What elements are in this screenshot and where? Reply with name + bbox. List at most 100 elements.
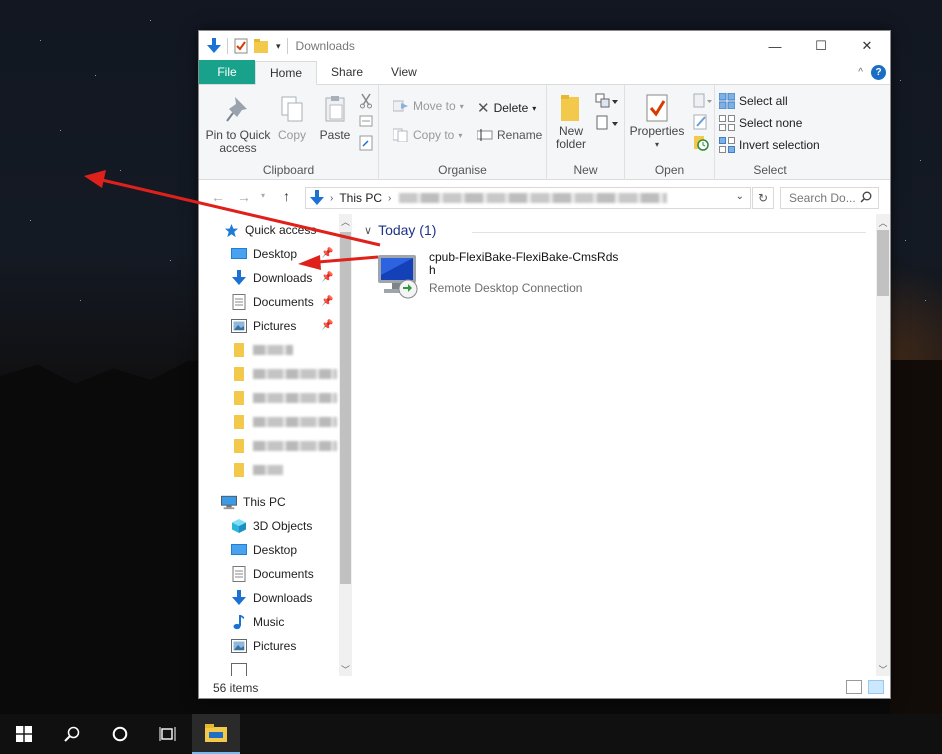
minimize-button[interactable]: — — [752, 31, 798, 61]
scroll-down-arrow-icon[interactable]: ﹀ — [876, 662, 890, 676]
search-placeholder: Search Do... — [789, 191, 856, 205]
taskbar — [0, 714, 942, 754]
delete-button[interactable]: ✕ Delete ▾ — [477, 99, 536, 117]
cortana-button[interactable] — [96, 714, 144, 754]
nav-quick-desktop[interactable]: Desktop — [231, 242, 297, 266]
nav-quick-access[interactable]: Quick access — [223, 218, 316, 242]
nav-redacted-folder[interactable] — [231, 338, 293, 362]
nav-pc-music[interactable]: Music — [231, 610, 284, 634]
new-folder-icon[interactable] — [254, 39, 270, 53]
nav-pc-downloads[interactable]: Downloads — [231, 586, 312, 610]
nav-pc-3d-objects[interactable]: 3D Objects — [231, 514, 312, 538]
properties-icon[interactable] — [234, 38, 248, 54]
scroll-up-arrow-icon[interactable]: ︿ — [876, 215, 890, 229]
breadcrumb-this-pc[interactable]: This PC — [339, 191, 382, 205]
forward-arrow-icon[interactable]: → — [237, 189, 251, 205]
scroll-down-arrow-icon[interactable]: ﹀ — [339, 662, 352, 676]
properties-button[interactable]: Properties ▾ — [627, 93, 687, 151]
easy-access-icon[interactable] — [595, 115, 619, 131]
folder-icon — [231, 390, 247, 406]
move-to-button[interactable]: Move to ▾ — [393, 99, 464, 113]
address-bar[interactable]: › This PC › ⌄ — [305, 187, 751, 209]
windows-logo-icon — [16, 726, 32, 742]
nav-redacted-folder[interactable] — [231, 386, 337, 410]
remote-desktop-icon — [374, 251, 422, 299]
collapse-ribbon-icon[interactable]: ^ — [858, 67, 863, 78]
nav-redacted-folder[interactable] — [231, 458, 283, 482]
back-arrow-icon[interactable]: ← — [211, 189, 225, 205]
tab-share[interactable]: Share — [317, 60, 377, 84]
copy-to-button[interactable]: Copy to ▾ — [393, 128, 462, 142]
nav-redacted-folder[interactable] — [231, 362, 337, 386]
large-icons-view-button[interactable] — [868, 680, 884, 694]
copy-path-icon[interactable] — [359, 115, 373, 127]
start-button[interactable] — [0, 714, 48, 754]
address-history-chevron-icon[interactable]: ⌄ — [736, 191, 744, 202]
select-all-button[interactable]: Select all — [719, 93, 788, 109]
edit-icon[interactable] — [693, 114, 709, 130]
refresh-icon: ↻ — [757, 191, 769, 205]
copy-button[interactable]: Copy — [275, 95, 309, 142]
nav-pc-desktop[interactable]: Desktop — [231, 538, 297, 562]
customize-toolbar-icon[interactable]: ▾ — [276, 41, 281, 52]
file-item[interactable]: cpub-FlexiBake-FlexiBake-CmsRds h Remote… — [374, 247, 618, 299]
breadcrumb-chevron-icon: › — [330, 192, 334, 204]
task-view-icon — [159, 726, 177, 742]
nav-pc-videos-partial[interactable] — [231, 658, 253, 676]
breadcrumb-redacted-path — [399, 193, 668, 203]
scroll-up-arrow-icon[interactable]: ︿ — [339, 214, 352, 228]
nav-pane-scroll-thumb[interactable] — [340, 232, 351, 584]
tab-view[interactable]: View — [377, 60, 431, 84]
recent-locations-chevron-icon[interactable]: ▾ — [261, 191, 265, 200]
cube-icon — [231, 518, 247, 534]
nav-pc-pictures[interactable]: Pictures — [231, 634, 296, 658]
file-explorer-icon — [205, 724, 227, 742]
paste-button[interactable]: Paste — [315, 95, 355, 142]
taskbar-search-button[interactable] — [48, 714, 96, 754]
nav-quick-desktop-label: Desktop — [253, 247, 298, 261]
history-icon[interactable] — [693, 135, 709, 151]
up-arrow-icon[interactable]: ↑ — [283, 188, 290, 204]
nav-pane-scrollbar[interactable]: ︿ ﹀ — [339, 214, 352, 676]
select-none-button[interactable]: Select none — [719, 115, 802, 131]
group-header-today[interactable]: ∨ Today (1) — [364, 222, 436, 238]
details-view-button[interactable] — [846, 680, 862, 694]
download-arrow-icon[interactable] — [207, 38, 221, 54]
invert-selection-icon — [719, 137, 735, 153]
rename-button[interactable]: Rename — [477, 128, 542, 142]
open-icon[interactable] — [693, 93, 713, 109]
nav-pc-downloads-label: Downloads — [253, 591, 313, 605]
maximize-button[interactable]: ☐ — [798, 31, 844, 61]
task-view-button[interactable] — [144, 714, 192, 754]
nav-quick-downloads[interactable]: Downloads — [231, 266, 312, 290]
navigation-pane: Quick access Desktop 📌 Downloads 📌 Docum… — [199, 214, 351, 676]
nav-pc-documents[interactable]: Documents — [231, 562, 314, 586]
search-icon — [860, 191, 872, 203]
star-icon — [223, 222, 239, 238]
help-icon[interactable]: ? — [871, 65, 886, 80]
paste-shortcut-icon[interactable] — [359, 135, 373, 151]
properties-label: Properties — [629, 124, 685, 138]
tab-file[interactable]: File — [199, 60, 255, 84]
cut-icon[interactable] — [359, 93, 373, 109]
nav-redacted-folder[interactable] — [231, 434, 337, 458]
refresh-button[interactable]: ↻ — [752, 187, 774, 209]
invert-selection-button[interactable]: Invert selection — [719, 137, 820, 153]
search-box[interactable]: Search Do... — [780, 187, 879, 209]
file-name-line2: h — [429, 263, 436, 277]
nav-pc-music-label: Music — [253, 615, 285, 629]
file-list-scrollbar[interactable]: ︿ ﹀ — [876, 214, 890, 676]
nav-this-pc[interactable]: This PC — [221, 490, 286, 514]
new-item-icon[interactable] — [595, 93, 619, 109]
nav-redacted-folder[interactable] — [231, 410, 337, 434]
nav-pc-3d-objects-label: 3D Objects — [253, 519, 313, 533]
nav-quick-documents[interactable]: Documents — [231, 290, 314, 314]
close-button[interactable]: ✕ — [844, 31, 890, 61]
new-folder-button[interactable]: New folder — [553, 93, 589, 151]
tab-home[interactable]: Home — [255, 61, 318, 85]
item-count: 56 items — [213, 681, 259, 695]
nav-quick-pictures[interactable]: Pictures — [231, 314, 296, 338]
taskbar-file-explorer[interactable] — [192, 714, 240, 754]
file-list-scroll-thumb[interactable] — [877, 230, 889, 296]
pin-to-quick-access-button[interactable]: Pin to Quick access — [205, 95, 271, 155]
